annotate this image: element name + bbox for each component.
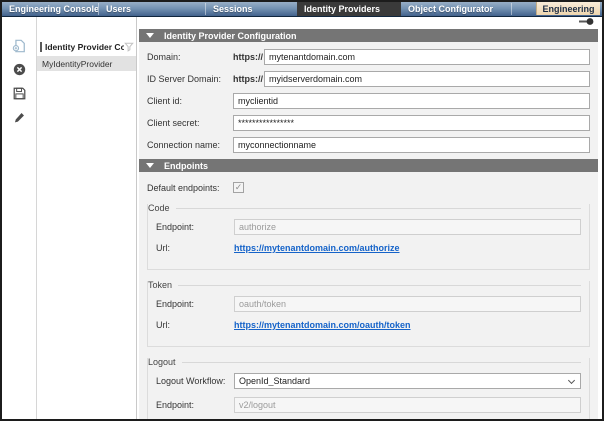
- token-url-label: Url:: [156, 320, 234, 330]
- logout-group: Logout Logout Workflow: OpenId_Standard …: [147, 358, 590, 421]
- new-item-icon: [12, 39, 26, 53]
- connection-name-label: Connection name:: [147, 140, 233, 150]
- connection-name-row: Connection name:: [147, 137, 590, 153]
- id-server-https-prefix: https://: [233, 74, 264, 84]
- domain-row: Domain: https://: [147, 49, 590, 65]
- logout-endpoint-row: Endpoint:: [148, 397, 581, 413]
- token-url-row: Url: https://mytenantdomain.com/oauth/to…: [148, 320, 581, 330]
- client-secret-row: Client secret:: [147, 115, 590, 131]
- list-panel-header: Identity Provider Conf: [37, 40, 136, 54]
- logout-group-header: Logout: [148, 357, 581, 367]
- code-endpoint-label: Endpoint:: [156, 222, 234, 232]
- config-section-title: Identity Provider Configuration: [164, 31, 297, 41]
- pin-icon[interactable]: [579, 17, 594, 26]
- list-header-accent: [40, 42, 42, 52]
- endpoints-section-header[interactable]: Endpoints: [139, 159, 598, 172]
- token-endpoint-row: Endpoint:: [148, 296, 581, 312]
- app-window: Engineering Console Users Sessions Ident…: [0, 0, 604, 421]
- code-endpoint-input[interactable]: [234, 219, 581, 235]
- default-endpoints-label: Default endpoints:: [147, 183, 233, 193]
- client-id-label: Client id:: [147, 96, 233, 106]
- group-divider: [182, 362, 581, 363]
- config-section-header[interactable]: Identity Provider Configuration: [139, 29, 598, 42]
- collapse-triangle-icon: [146, 33, 154, 38]
- tab-identity-providers[interactable]: Identity Providers: [297, 2, 401, 16]
- list-panel-title: Identity Provider Conf: [45, 42, 124, 52]
- logout-endpoint-input[interactable]: [234, 397, 581, 413]
- code-url-row: Url: https://mytenantdomain.com/authoriz…: [148, 243, 581, 253]
- client-secret-input[interactable]: [233, 115, 590, 131]
- token-group-title: Token: [148, 280, 178, 290]
- config-section-content: Domain: https:// ID Server Domain: https…: [139, 42, 598, 159]
- left-toolbar: [2, 17, 37, 419]
- delete-icon: [13, 63, 26, 76]
- group-divider: [178, 285, 581, 286]
- window-body: Identity Provider Conf MyIdentityProvide…: [2, 17, 602, 419]
- list-item-myidentityprovider[interactable]: MyIdentityProvider: [37, 56, 136, 71]
- token-endpoint-label: Endpoint:: [156, 299, 234, 309]
- code-endpoint-row: Endpoint:: [148, 219, 581, 235]
- tabbar-spacer: [512, 2, 536, 16]
- id-server-domain-input[interactable]: [264, 71, 590, 87]
- engineering-button[interactable]: Engineering: [536, 2, 600, 15]
- default-endpoints-checkbox[interactable]: [233, 182, 244, 193]
- chevron-down-icon: [568, 376, 575, 383]
- edit-button[interactable]: [11, 110, 27, 125]
- edit-icon: [13, 111, 26, 124]
- logout-endpoint-label: Endpoint:: [156, 400, 234, 410]
- endpoints-section-content: Default endpoints: Code Endpoint: Url:: [139, 172, 598, 421]
- panel-top-strip: [139, 17, 598, 29]
- token-group-header: Token: [148, 280, 581, 290]
- code-url-label: Url:: [156, 243, 234, 253]
- main-panel: Identity Provider Configuration Domain: …: [137, 17, 602, 419]
- tab-users[interactable]: Users: [99, 2, 205, 16]
- id-server-domain-label: ID Server Domain:: [147, 74, 233, 84]
- logout-workflow-value: OpenId_Standard: [239, 376, 565, 386]
- tab-object-configurator[interactable]: Object Configurator: [401, 2, 511, 16]
- collapse-triangle-icon: [146, 163, 154, 168]
- client-id-input[interactable]: [233, 93, 590, 109]
- code-group-title: Code: [148, 203, 176, 213]
- client-secret-label: Client secret:: [147, 118, 233, 128]
- domain-input[interactable]: [264, 49, 590, 65]
- logout-workflow-select[interactable]: OpenId_Standard: [234, 373, 581, 389]
- token-url-link[interactable]: https://mytenantdomain.com/oauth/token: [234, 320, 411, 330]
- code-group: Code Endpoint: Url: https://mytenantdoma…: [147, 204, 590, 270]
- token-group: Token Endpoint: Url: https://mytenantdom…: [147, 281, 590, 347]
- identity-provider-list-panel: Identity Provider Conf MyIdentityProvide…: [37, 17, 137, 419]
- domain-label: Domain:: [147, 52, 233, 62]
- save-icon: [13, 87, 26, 100]
- client-id-row: Client id:: [147, 93, 590, 109]
- endpoints-section-title: Endpoints: [164, 161, 208, 171]
- filter-icon[interactable]: [124, 42, 134, 52]
- domain-https-prefix: https://: [233, 52, 264, 62]
- logout-workflow-row: Logout Workflow: OpenId_Standard: [148, 373, 581, 389]
- logout-group-title: Logout: [148, 357, 182, 367]
- id-server-domain-row: ID Server Domain: https://: [147, 71, 590, 87]
- code-url-link[interactable]: https://mytenantdomain.com/authorize: [234, 243, 400, 253]
- tab-sessions[interactable]: Sessions: [206, 2, 297, 16]
- default-endpoints-row: Default endpoints:: [147, 182, 590, 193]
- logout-workflow-label: Logout Workflow:: [156, 376, 234, 386]
- connection-name-input[interactable]: [233, 137, 590, 153]
- code-group-header: Code: [148, 203, 581, 213]
- save-button[interactable]: [11, 86, 27, 101]
- new-item-button[interactable]: [11, 38, 27, 53]
- top-tab-bar: Engineering Console Users Sessions Ident…: [2, 2, 602, 17]
- delete-button[interactable]: [11, 62, 27, 77]
- token-endpoint-input[interactable]: [234, 296, 581, 312]
- group-divider: [176, 208, 581, 209]
- tab-engineering-console[interactable]: Engineering Console: [2, 2, 98, 16]
